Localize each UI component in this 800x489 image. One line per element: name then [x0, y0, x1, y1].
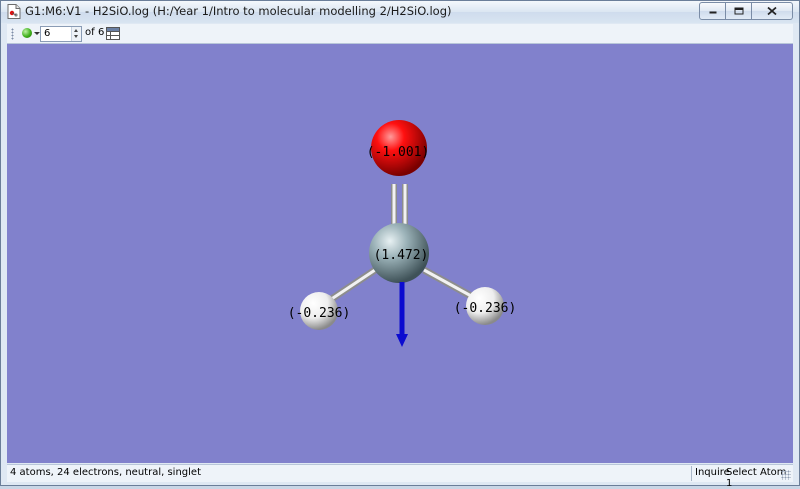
close-button[interactable]	[752, 2, 793, 20]
structure-color-ball-icon[interactable]	[22, 28, 32, 38]
molecule-canvas[interactable]: (-1.001) (1.472) (-0.236) (-0.236)	[7, 44, 793, 463]
minimize-icon	[709, 11, 716, 14]
charge-label-oxygen: (-1.001)	[367, 145, 430, 160]
of-label: of	[85, 27, 95, 38]
structure-number-value[interactable]: 6	[44, 27, 50, 41]
resize-grip-icon[interactable]	[781, 470, 791, 480]
charge-label-silicon: (1.472)	[374, 248, 429, 263]
toolbar: 6 of 6	[7, 24, 793, 44]
spin-arrows[interactable]	[71, 27, 81, 41]
bond-si-h1[interactable]	[328, 267, 377, 303]
structure-number-spinbox[interactable]: 6	[40, 26, 82, 42]
spin-up-icon[interactable]	[74, 29, 78, 32]
status-divider	[691, 466, 692, 481]
charge-label-hydrogen-1: (-0.236)	[288, 306, 351, 321]
toolbar-grip-icon[interactable]	[11, 28, 14, 40]
mode-label: Inquire	[695, 467, 730, 478]
dipole-arrow-icon	[396, 282, 408, 347]
maximize-icon	[734, 7, 743, 15]
document-icon[interactable]	[7, 4, 21, 19]
spreadsheet-icon[interactable]	[106, 27, 120, 40]
window-title: G1:M6:V1 - H2SiO.log (H:/Year 1/Intro to…	[25, 4, 452, 18]
structure-total: 6	[98, 27, 105, 38]
app-window: G1:M6:V1 - H2SiO.log (H:/Year 1/Intro to…	[0, 0, 800, 489]
bond-si-h2[interactable]	[422, 266, 475, 301]
minimize-button[interactable]	[699, 2, 726, 20]
window-controls	[699, 2, 793, 20]
bond-si-o[interactable]	[391, 184, 408, 226]
molecule-viewport[interactable]: (-1.001) (1.472) (-0.236) (-0.236)	[7, 44, 793, 463]
maximize-button[interactable]	[726, 2, 752, 20]
charge-label-hydrogen-2: (-0.236)	[454, 301, 517, 316]
status-bar: 4 atoms, 24 electrons, neutral, singlet …	[7, 464, 793, 489]
title-bar[interactable]: G1:M6:V1 - H2SiO.log (H:/Year 1/Intro to…	[1, 1, 799, 23]
close-icon	[767, 6, 777, 16]
molecule-summary: 4 atoms, 24 electrons, neutral, singlet	[10, 467, 201, 478]
spin-down-icon[interactable]	[74, 35, 78, 38]
